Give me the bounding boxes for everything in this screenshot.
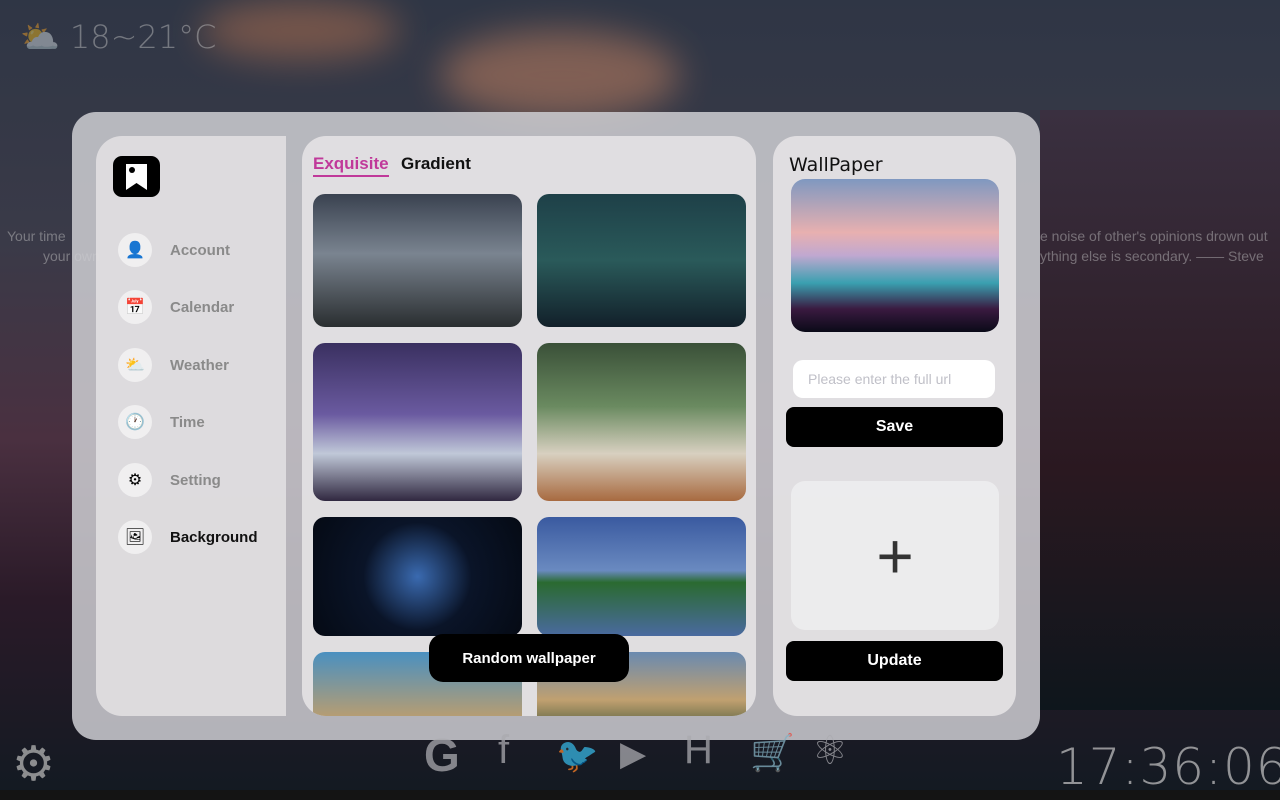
wallpaper-thumbnail[interactable]	[537, 517, 746, 636]
update-button[interactable]: Update	[786, 641, 1003, 681]
weather-widget[interactable]: ⛅ 18~21°C	[20, 18, 216, 56]
temperature-range: 18~21°C	[69, 18, 217, 56]
app-logo	[113, 156, 160, 197]
quote-right: e noise of other's opinions drown out yt…	[1040, 226, 1268, 266]
sidebar-item-account[interactable]: 👤 Account	[118, 233, 230, 267]
wallpaper-panel: WallPaper Save + Update	[773, 136, 1016, 716]
atom-icon[interactable]: ⚛	[812, 728, 848, 774]
sidebar-item-setting[interactable]: ⚙ Setting	[118, 463, 221, 497]
facebook-icon[interactable]: f	[498, 728, 509, 773]
wallpaper-thumbnail[interactable]	[537, 343, 746, 501]
sidebar-item-calendar[interactable]: 📅 Calendar	[118, 290, 234, 324]
google-icon[interactable]: G	[424, 728, 460, 782]
upload-wallpaper-area[interactable]: +	[791, 481, 999, 630]
sliders-icon: ⚙	[118, 463, 152, 497]
clock-icon: 🕐	[118, 405, 152, 439]
plus-icon: +	[876, 519, 914, 592]
save-button[interactable]: Save	[786, 407, 1003, 447]
sidebar-item-label: Calendar	[170, 298, 235, 316]
image-icon: 🖼	[118, 520, 152, 554]
account-icon: 👤	[118, 233, 152, 267]
sidebar-item-label: Background	[170, 528, 258, 546]
wallpaper-thumbnail[interactable]	[313, 194, 522, 327]
sidebar-item-weather[interactable]: ⛅ Weather	[118, 348, 229, 382]
sidebar-item-label: Weather	[170, 356, 229, 374]
random-wallpaper-button[interactable]: Random wallpaper	[429, 634, 629, 682]
gear-icon[interactable]: ⚙	[12, 736, 55, 792]
partly-cloudy-icon: ⛅	[20, 18, 60, 56]
quote-line: e noise of other's opinions drown out	[1040, 228, 1268, 244]
tab-exquisite[interactable]: Exquisite	[313, 154, 389, 177]
hackernews-icon[interactable]: H	[684, 728, 713, 773]
sidebar-item-background[interactable]: 🖼 Background	[118, 520, 258, 554]
bottom-bar	[0, 790, 1280, 800]
sidebar-item-label: Setting	[170, 471, 221, 489]
current-wallpaper-preview	[791, 179, 999, 332]
cart-icon[interactable]: 🛒	[750, 732, 795, 774]
youtube-icon[interactable]: ▶	[620, 734, 646, 774]
wallpaper-panel-title: WallPaper	[789, 154, 883, 176]
weather-icon: ⛅	[118, 348, 152, 382]
settings-modal: 👤 Account 📅 Calendar ⛅ Weather 🕐 Time ⚙ Setti…	[72, 112, 1040, 740]
wallpaper-thumbnail[interactable]	[537, 194, 746, 327]
clock: 17:36:06	[1056, 738, 1280, 796]
sidebar-item-label: Time	[170, 413, 205, 431]
background-cloud	[440, 30, 680, 120]
sidebar: 👤 Account 📅 Calendar ⛅ Weather 🕐 Time ⚙ Setti…	[96, 136, 286, 716]
background-forest	[1040, 110, 1280, 710]
wallpaper-thumbnail[interactable]	[313, 343, 522, 501]
wallpaper-url-input[interactable]	[793, 360, 995, 398]
quote-line: ything else is secondary. —— Steve	[1040, 248, 1264, 264]
sidebar-item-time[interactable]: 🕐 Time	[118, 405, 205, 439]
background-cloud	[200, 0, 400, 60]
wallpaper-gallery: Exquisite Gradient Random wallpaper	[302, 136, 756, 716]
tab-gradient[interactable]: Gradient	[401, 154, 471, 174]
sidebar-item-label: Account	[170, 241, 230, 259]
wallpaper-thumbnail[interactable]	[313, 517, 522, 636]
twitter-icon[interactable]: 🐦	[556, 736, 598, 776]
calendar-icon: 📅	[118, 290, 152, 324]
